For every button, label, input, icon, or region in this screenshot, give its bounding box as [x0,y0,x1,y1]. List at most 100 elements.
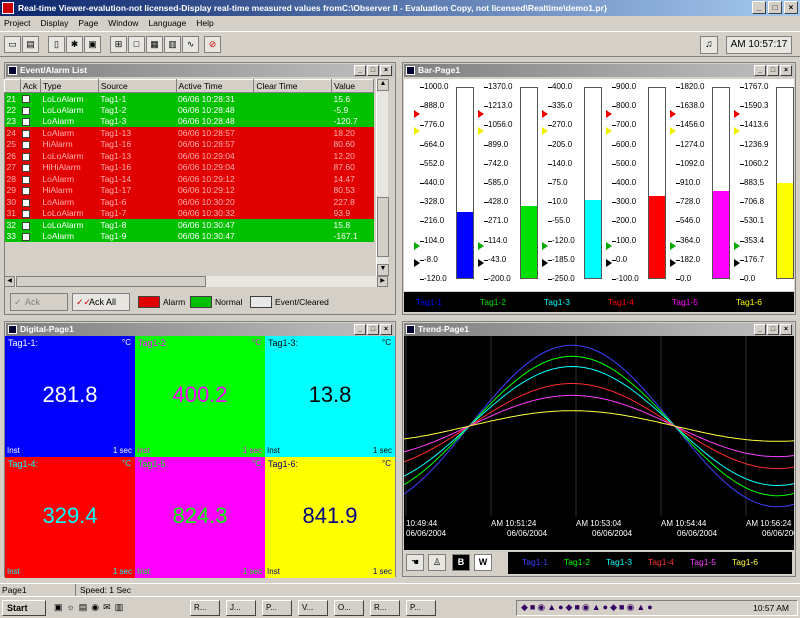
ack-checkbox[interactable] [22,164,31,172]
start-button[interactable]: Start [2,600,46,616]
minimize-button[interactable]: _ [752,1,766,14]
column-header[interactable]: Clear Time [253,79,333,93]
panel-close-button[interactable]: × [780,65,792,76]
column-header[interactable]: Type [39,79,99,93]
cursor-icon[interactable]: ♙ [428,554,446,571]
ack-checkbox[interactable] [22,221,31,230]
black-background-button[interactable]: B [452,554,470,571]
table-row[interactable]: 30 LoAlarm Tag1-6 06/06 10:30:20 227.8 [4,196,374,208]
panel-minimize-button[interactable]: _ [354,65,366,76]
bar-chart-icon[interactable]: ▥ [164,36,181,53]
ack-checkbox[interactable] [22,118,31,126]
panel-minimize-button[interactable]: _ [754,65,766,76]
table-row[interactable]: 31 LoLoAlarm Tag1-7 06/06 10:30:32 93.9 [4,207,374,219]
table-row[interactable]: 21 LoLoAlarm Tag1-1 06/06 10:28:31 15.6 [4,92,374,104]
app-icon[interactable] [2,2,14,14]
ack-checkbox[interactable] [22,233,31,241]
scroll-right-icon[interactable]: ▶ [377,276,388,287]
menu-item[interactable]: Language [148,16,186,30]
ack-checkbox[interactable] [22,129,31,138]
quick-launch-icon[interactable]: ☼ [67,602,75,614]
menu-item[interactable]: Page [78,16,98,30]
ack-checkbox[interactable] [22,198,31,207]
maximize-button[interactable]: □ [768,1,782,14]
quick-launch-icon[interactable]: ▣ [54,602,63,614]
image-icon[interactable]: ▣ [84,36,101,53]
table-row[interactable]: 25 HiAlarm Tag1-16 06/06 10:28:57 80.60 [4,138,374,150]
digital-tile[interactable]: Tag1-6: °C 841.9 Inst 1 sec [265,457,395,578]
ack-checkbox[interactable] [22,141,31,149]
table-row[interactable]: 32 LoLoAlarm Tag1-8 06/06 10:30:47 15.8 [4,219,374,231]
stop-icon[interactable]: ⊘ [204,36,221,53]
event-horizontal-scrollbar[interactable]: ◀ ▶ [4,276,388,287]
table-row[interactable]: 33 LoAlarm Tag1-9 06/06 10:30:47 -167.1 [4,230,374,242]
panel-maximize-button[interactable]: □ [767,65,779,76]
trend-icon[interactable]: ∿ [182,36,199,53]
open-icon[interactable]: ▤ [22,36,39,53]
quick-launch-icon[interactable]: ◉ [91,602,99,614]
panel-maximize-button[interactable]: □ [367,324,379,335]
ack-checkbox[interactable] [22,95,31,104]
table-row[interactable]: 23 LoAlarm Tag1-3 06/06 10:28:48 -120.7 [4,115,374,127]
table-row[interactable]: 27 HiHiAlarm Tag1-16 06/06 10:29:04 87.60 [4,161,374,173]
new-icon[interactable]: ▭ [4,36,21,53]
column-header[interactable]: Value [331,79,374,93]
panel-maximize-button[interactable]: □ [367,65,379,76]
quick-launch-icon[interactable]: ✉ [103,602,111,614]
digital-tile[interactable]: Tag1-5 °C 824.3 Inst 1 sec [135,457,265,578]
scroll-left-icon[interactable]: ◀ [4,276,15,287]
ack-checkbox[interactable] [22,187,31,195]
bell-icon[interactable]: ♫ [700,36,718,54]
taskbar-button[interactable]: V... [298,600,328,616]
table-row[interactable]: 22 LoLoAlarm Tag1-2 06/06 10:28:48 -5.9 [4,104,374,116]
digital-tile[interactable]: Tag1-2 °C 400.2 Inst 1 sec [135,336,265,457]
scroll-down-icon[interactable]: ▼ [377,264,389,276]
digital-icon[interactable]: ▦ [146,36,163,53]
ack-button[interactable]: ✓ Ack [10,293,68,311]
taskbar-button[interactable]: J... [226,600,256,616]
tray-icons[interactable]: ◆■◉▲●◆■◉▲●◆■◉▲● [521,602,655,613]
column-header[interactable]: Active Time [175,79,255,93]
ack-checkbox[interactable] [22,152,31,161]
panel-close-button[interactable]: × [380,324,392,335]
grid-icon[interactable]: ⊞ [110,36,127,53]
table-row[interactable]: 26 LoLoAlarm Tag1-13 06/06 10:29:04 12.20 [4,150,374,162]
menu-item[interactable]: Window [108,16,138,30]
menu-item[interactable]: Help [196,16,213,30]
scroll-thumb[interactable] [377,197,389,257]
event-vertical-scrollbar[interactable]: ▲ ▼ [376,79,389,276]
ack-all-button[interactable]: ✓✓ Ack All [72,293,130,311]
table-row[interactable]: 24 LoAlarm Tag1-13 06/06 10:28:57 18.20 [4,127,374,139]
panel-close-button[interactable]: × [780,324,792,335]
column-header[interactable]: Ack [19,79,41,93]
panel-minimize-button[interactable]: _ [354,324,366,335]
taskbar-button[interactable]: O... [334,600,364,616]
taskbar-button[interactable]: P... [262,600,292,616]
taskbar-button[interactable]: P... [406,600,436,616]
hand-icon[interactable]: ☚ [406,554,424,571]
digital-tile[interactable]: Tag1-3: °C 13.8 Inst 1 sec [265,336,395,457]
gear-icon[interactable]: ✱ [66,36,83,53]
panel-maximize-button[interactable]: □ [767,324,779,335]
menu-item[interactable]: Display [40,16,68,30]
window-icon[interactable]: □ [128,36,145,53]
ack-checkbox[interactable] [22,210,31,218]
ack-checkbox[interactable] [22,175,31,184]
panel-minimize-button[interactable]: _ [754,324,766,335]
table-row[interactable]: 28 LoAlarm Tag1-14 06/06 10:29:12 14.47 [4,173,374,185]
scroll-up-icon[interactable]: ▲ [377,79,389,91]
quick-launch-icon[interactable]: ▤ [79,602,88,614]
quick-launch-icon[interactable]: ▥ [115,602,124,614]
table-row[interactable]: 29 HiAlarm Tag1-17 06/06 10:29:12 80.53 [4,184,374,196]
taskbar-button[interactable]: R... [190,600,220,616]
taskbar-button[interactable]: R... [370,600,400,616]
close-button[interactable]: × [784,1,798,14]
digital-tile[interactable]: Tag1-1: °C 281.8 Inst 1 sec [5,336,135,457]
column-header[interactable] [4,79,21,93]
page-icon[interactable]: ▯ [48,36,65,53]
digital-tile[interactable]: Tag1-4: °C 329.4 Inst 1 sec [5,457,135,578]
ack-checkbox[interactable] [22,106,31,115]
white-background-button[interactable]: W [474,554,492,571]
horizontal-scroll-thumb[interactable] [16,276,206,287]
column-header[interactable]: Source [97,79,177,93]
